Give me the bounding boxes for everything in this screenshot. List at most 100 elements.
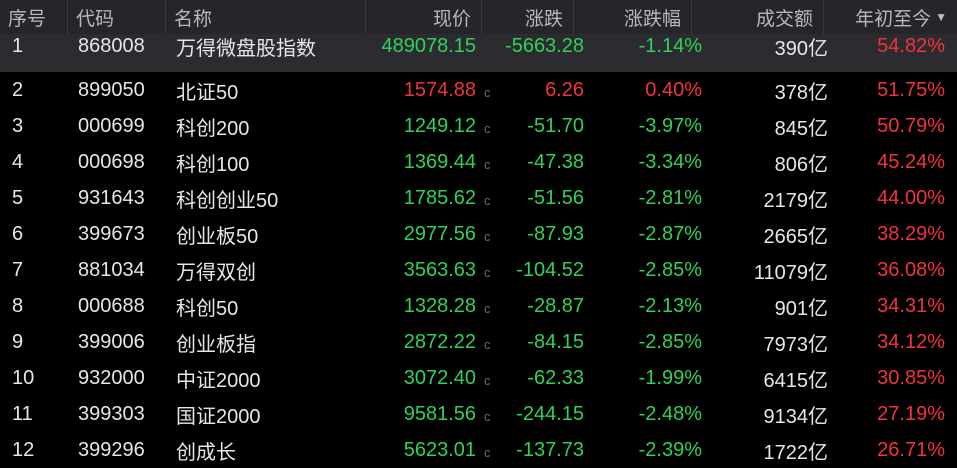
cell-price-text: 1369.44 bbox=[403, 150, 476, 173]
cell-ytd: 34.12% bbox=[838, 324, 957, 360]
cell-price-text: 1328.28 bbox=[403, 294, 476, 317]
cell-ytd-text: 38.29% bbox=[877, 222, 945, 245]
table-row[interactable]: 7 881034 万得双创 3563.63 c -104.52 -2.85% 11079亿 36… bbox=[0, 252, 957, 288]
cell-flag-text: c bbox=[484, 228, 491, 244]
header-code[interactable]: 代码 bbox=[68, 0, 166, 34]
cell-amount: 11079亿 bbox=[714, 252, 838, 288]
cell-code: 932000 bbox=[68, 360, 166, 396]
cell-price: 3563.63 bbox=[366, 252, 484, 288]
cell-change: -104.52 bbox=[498, 252, 596, 288]
cell-change-text: 6.26 bbox=[545, 78, 584, 101]
table-row[interactable]: 6 399673 创业板50 2977.56 c -87.93 -2.87% 2665亿 38.… bbox=[0, 216, 957, 252]
cell-flag-text: c bbox=[484, 156, 491, 172]
cell-flag bbox=[484, 34, 498, 72]
cell-price-text: 489078.15 bbox=[381, 34, 476, 57]
cell-code-text: 881034 bbox=[78, 258, 145, 281]
cell-amount-text: 1722亿 bbox=[763, 441, 829, 464]
cell-code: 881034 bbox=[68, 252, 166, 288]
cell-index-text: 3 bbox=[12, 114, 24, 137]
header-pct[interactable]: 涨跌幅 bbox=[574, 0, 692, 34]
cell-price-text: 9581.56 bbox=[403, 402, 476, 425]
cell-index-text: 1 bbox=[12, 34, 24, 57]
cell-ytd-text: 50.79% bbox=[877, 114, 945, 137]
cell-price: 1785.62 bbox=[366, 180, 484, 216]
cell-name: 中证2000 bbox=[166, 360, 366, 396]
cell-change: -47.38 bbox=[498, 144, 596, 180]
cell-amount: 7973亿 bbox=[714, 324, 838, 360]
cell-change: -51.56 bbox=[498, 180, 596, 216]
cell-ytd-text: 26.71% bbox=[877, 438, 945, 461]
cell-amount-text: 7973亿 bbox=[763, 333, 829, 356]
cell-index: 9 bbox=[0, 324, 68, 360]
cell-amount-text: 2179亿 bbox=[763, 189, 829, 212]
cell-ytd: 26.71% bbox=[838, 432, 957, 468]
cell-price: 3072.40 bbox=[366, 360, 484, 396]
cell-change-pct-text: -2.48% bbox=[638, 402, 702, 425]
cell-ytd: 30.85% bbox=[838, 360, 957, 396]
cell-flag-text: c bbox=[484, 264, 491, 280]
cell-code: 000699 bbox=[68, 108, 166, 144]
cell-name: 科创50 bbox=[166, 288, 366, 324]
cell-price: 1369.44 bbox=[366, 144, 484, 180]
table-row[interactable]: 4 000698 科创100 1369.44 c -47.38 -3.34% 806亿 45.2… bbox=[0, 144, 957, 180]
cell-change-text: -87.93 bbox=[527, 222, 584, 245]
cell-code: 399673 bbox=[68, 216, 166, 252]
header-price[interactable]: 现价 bbox=[366, 0, 482, 34]
table-row[interactable]: 8 000688 科创50 1328.28 c -28.87 -2.13% 901亿 34.31… bbox=[0, 288, 957, 324]
cell-change-pct-text: -2.39% bbox=[638, 438, 702, 461]
cell-index: 4 bbox=[0, 144, 68, 180]
table-row[interactable]: 3 000699 科创200 1249.12 c -51.70 -3.97% 845亿 50.7… bbox=[0, 108, 957, 144]
cell-change-pct-text: -2.81% bbox=[638, 186, 702, 209]
cell-code: 000698 bbox=[68, 144, 166, 180]
cell-change: -62.33 bbox=[498, 360, 596, 396]
table-row[interactable]: 2 899050 北证50 1574.88 c 6.26 0.40% 378亿 51.75% bbox=[0, 72, 957, 108]
cell-ytd-text: 34.31% bbox=[877, 294, 945, 317]
table-row[interactable]: 5 931643 科创创业50 1785.62 c -51.56 -2.81% 2179亿 44… bbox=[0, 180, 957, 216]
cell-change-text: -244.15 bbox=[516, 402, 584, 425]
cell-amount-text: 11079亿 bbox=[753, 261, 828, 284]
cell-change: -51.70 bbox=[498, 108, 596, 144]
cell-change-pct-text: -3.97% bbox=[638, 114, 702, 137]
cell-amount-text: 9134亿 bbox=[763, 405, 829, 428]
cell-ytd-text: 51.75% bbox=[877, 78, 945, 101]
cell-change-text: -51.56 bbox=[527, 186, 584, 209]
cell-price: 1574.88 bbox=[366, 72, 484, 108]
sort-desc-icon[interactable]: ▼ bbox=[935, 10, 947, 24]
cell-code: 399303 bbox=[68, 396, 166, 432]
cell-name: 国证2000 bbox=[166, 396, 366, 432]
header-name[interactable]: 名称 bbox=[166, 0, 366, 34]
cell-code: 000688 bbox=[68, 288, 166, 324]
cell-amount-text: 390亿 bbox=[774, 37, 828, 60]
cell-price: 5623.01 bbox=[366, 432, 484, 468]
cell-flag: c bbox=[484, 396, 498, 432]
cell-code-text: 899050 bbox=[78, 78, 145, 101]
header-idx[interactable]: 序号 bbox=[0, 0, 68, 34]
cell-amount: 845亿 bbox=[714, 108, 838, 144]
cell-change-pct-text: -2.13% bbox=[638, 294, 702, 317]
cell-name-text: 科创创业50 bbox=[176, 189, 279, 212]
header-amount[interactable]: 成交额 bbox=[692, 0, 824, 34]
cell-price-text: 5623.01 bbox=[403, 438, 476, 461]
cell-index: 12 bbox=[0, 432, 68, 468]
header-change[interactable]: 涨跌 bbox=[482, 0, 574, 34]
table-row[interactable]: 12 399296 创成长 5623.01 c -137.73 -2.39% 1722亿 26.… bbox=[0, 432, 957, 468]
header-ytd[interactable]: 年初至今 ▼ bbox=[824, 0, 957, 34]
cell-change-text: -47.38 bbox=[527, 150, 584, 173]
cell-change-text: -84.15 bbox=[527, 330, 584, 353]
cell-change-pct: -2.87% bbox=[596, 216, 714, 252]
cell-ytd-text: 45.24% bbox=[877, 150, 945, 173]
table-row[interactable]: 1 868008 万得微盘股指数 489078.15 -5663.28 -1.14% 390… bbox=[0, 34, 957, 72]
table-row[interactable]: 9 399006 创业板指 2872.22 c -84.15 -2.85% 7973亿 34.1… bbox=[0, 324, 957, 360]
cell-ytd-text: 30.85% bbox=[877, 366, 945, 389]
cell-amount: 2665亿 bbox=[714, 216, 838, 252]
cell-change-pct-text: -3.34% bbox=[638, 150, 702, 173]
cell-name-text: 科创50 bbox=[176, 297, 239, 320]
cell-change: -137.73 bbox=[498, 432, 596, 468]
table-row[interactable]: 11 399303 国证2000 9581.56 c -244.15 -2.48% 9134亿… bbox=[0, 396, 957, 432]
cell-index-text: 6 bbox=[12, 222, 24, 245]
table-row[interactable]: 10 932000 中证2000 3072.40 c -62.33 -1.99% 6415亿 3… bbox=[0, 360, 957, 396]
cell-code-text: 868008 bbox=[78, 34, 145, 57]
cell-price-text: 2872.22 bbox=[403, 330, 476, 353]
cell-change-pct-text: -2.85% bbox=[638, 258, 702, 281]
cell-flag-text: c bbox=[484, 84, 491, 100]
